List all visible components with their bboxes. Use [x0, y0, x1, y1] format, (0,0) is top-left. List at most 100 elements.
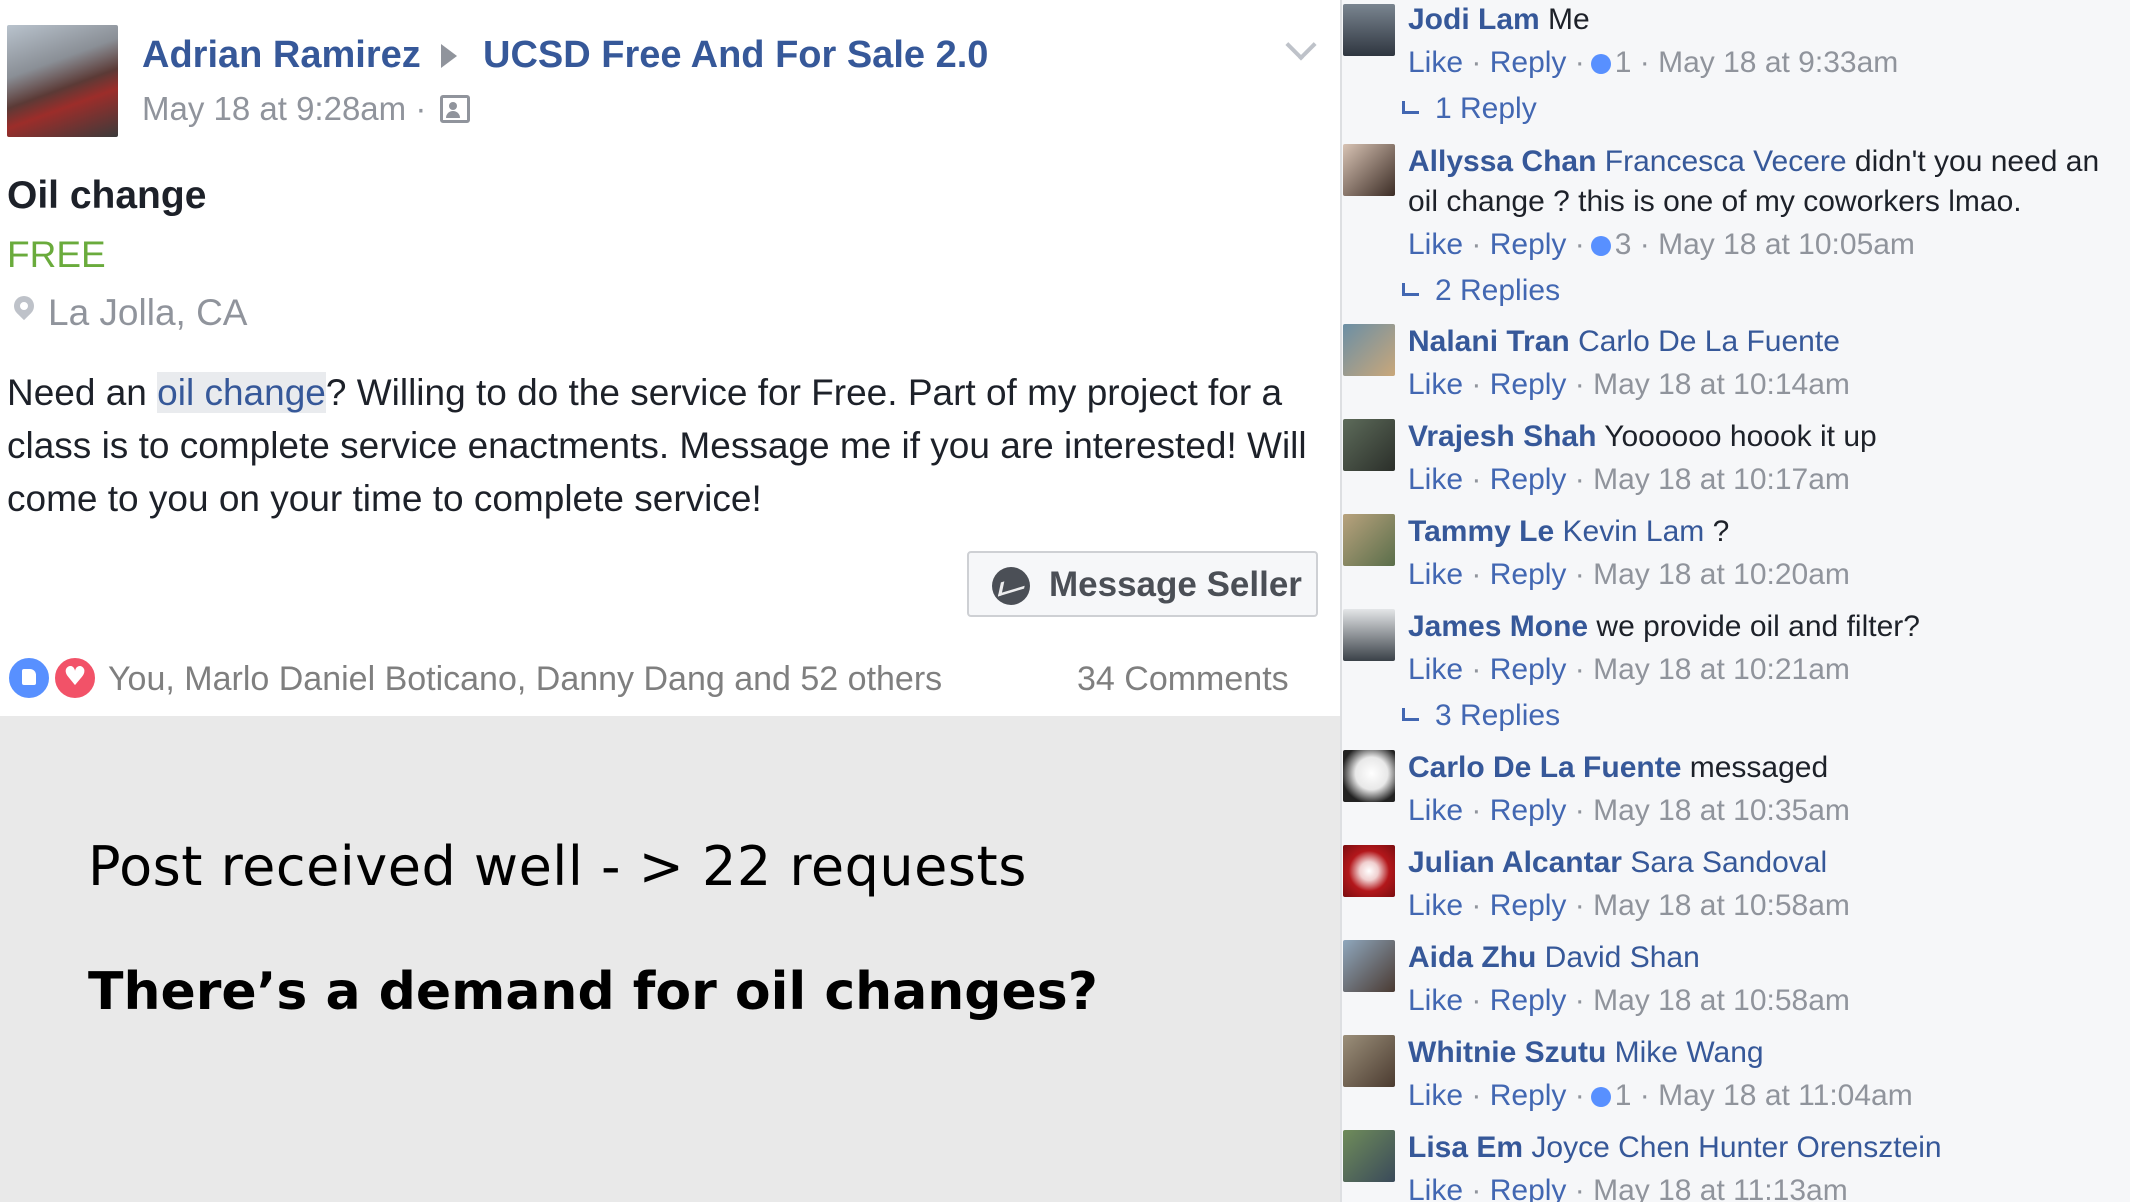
reply-link[interactable]: Reply: [1490, 46, 1567, 79]
comment-timestamp[interactable]: May 18 at 10:58am: [1593, 889, 1850, 922]
commenter-name-link[interactable]: Whitnie Szutu: [1408, 1036, 1606, 1069]
comment-actions: Like · Reply · 1 · May 18 at 11:04am: [1408, 1079, 1913, 1112]
reply-link[interactable]: Reply: [1490, 368, 1567, 401]
comment-line: Whitnie Szutu Mike Wang: [1408, 1036, 1764, 1070]
reaction-count[interactable]: 3: [1615, 228, 1632, 261]
like-link[interactable]: Like: [1408, 228, 1463, 261]
commenter-avatar[interactable]: [1343, 609, 1395, 661]
like-link[interactable]: Like: [1408, 1079, 1463, 1112]
post-author-link[interactable]: Adrian Ramirez: [142, 34, 421, 77]
reactions-summary-link[interactable]: You, Marlo Daniel Boticano, Danny Dang a…: [108, 660, 942, 699]
reply-link[interactable]: Reply: [1490, 463, 1567, 496]
oil-change-hashtag-link[interactable]: oil change: [157, 372, 326, 413]
like-link[interactable]: Like: [1408, 463, 1463, 496]
tagged-friend-link[interactable]: Francesca Vecere: [1605, 145, 1847, 178]
commenter-name-link[interactable]: Nalani Tran: [1408, 325, 1570, 358]
comments-count-link[interactable]: 34 Comments: [1077, 660, 1289, 699]
author-avatar[interactable]: [7, 25, 118, 137]
commenter-name-link[interactable]: Carlo De La Fuente: [1408, 751, 1681, 784]
message-seller-button[interactable]: Message Seller: [967, 551, 1318, 617]
reply-link[interactable]: Reply: [1490, 794, 1567, 827]
commenter-name-link[interactable]: Tammy Le: [1408, 515, 1554, 548]
commenter-avatar[interactable]: [1343, 324, 1395, 376]
commenter-avatar[interactable]: [1343, 940, 1395, 992]
post-group-link[interactable]: UCSD Free And For Sale 2.0: [483, 34, 988, 77]
commenter-name-link[interactable]: Aida Zhu: [1408, 941, 1536, 974]
like-link[interactable]: Like: [1408, 889, 1463, 922]
comment-timestamp[interactable]: May 18 at 10:21am: [1593, 653, 1850, 686]
commenter-avatar[interactable]: [1343, 1035, 1395, 1087]
messenger-icon: [992, 567, 1030, 605]
post-timestamp[interactable]: May 18 at 9:28am ·: [142, 90, 426, 128]
comment-line: James Mone we provide oil and filter?: [1408, 610, 1920, 644]
like-link[interactable]: Like: [1408, 46, 1463, 79]
comment-timestamp[interactable]: May 18 at 10:35am: [1593, 794, 1850, 827]
like-link[interactable]: Like: [1408, 558, 1463, 591]
reaction-count[interactable]: 1: [1615, 1079, 1632, 1112]
tagged-friend-link[interactable]: Carlo De La Fuente: [1578, 325, 1840, 358]
reply-link[interactable]: Reply: [1490, 653, 1567, 686]
comment-timestamp[interactable]: May 18 at 10:05am: [1658, 228, 1915, 261]
commenter-avatar[interactable]: [1343, 750, 1395, 802]
comment-timestamp[interactable]: May 18 at 10:14am: [1593, 368, 1850, 401]
like-link[interactable]: Like: [1408, 653, 1463, 686]
commenter-name-link[interactable]: Allyssa Chan: [1408, 145, 1596, 178]
reply-link[interactable]: Reply: [1490, 558, 1567, 591]
comment-text: messaged: [1681, 751, 1829, 784]
commenter-name-link[interactable]: Julian Alcantar: [1408, 846, 1622, 879]
commenter-avatar[interactable]: [1343, 144, 1395, 196]
comment-timestamp[interactable]: May 18 at 10:17am: [1593, 463, 1850, 496]
view-replies-link[interactable]: 3 Replies: [1402, 699, 1560, 733]
reply-link[interactable]: Reply: [1490, 228, 1567, 261]
reply-link[interactable]: Reply: [1490, 1079, 1567, 1112]
slide-notes-area: [0, 716, 1340, 1202]
commenter-avatar[interactable]: [1343, 419, 1395, 471]
tagged-friend-link[interactable]: David Shan: [1545, 941, 1700, 974]
like-link[interactable]: Like: [1408, 794, 1463, 827]
reply-arrow-icon: [1402, 283, 1419, 296]
comment-actions: Like · Reply · May 18 at 10:14am: [1408, 368, 1850, 401]
view-replies-link[interactable]: 1 Reply: [1402, 92, 1537, 126]
reply-link[interactable]: Reply: [1490, 1174, 1567, 1202]
reply-link[interactable]: Reply: [1490, 984, 1567, 1017]
reply-link[interactable]: Reply: [1490, 889, 1567, 922]
comment-timestamp[interactable]: May 18 at 11:13am: [1593, 1174, 1848, 1202]
comment-timestamp[interactable]: May 18 at 10:20am: [1593, 558, 1850, 591]
commenter-name-link[interactable]: Vrajesh Shah: [1408, 420, 1596, 453]
comment-line: Vrajesh Shah Yoooooo hoook it up: [1408, 420, 1877, 454]
chevron-down-icon[interactable]: [1285, 29, 1317, 61]
listing-description: Need an oil change? Willing to do the se…: [7, 366, 1327, 525]
like-link[interactable]: Like: [1408, 984, 1463, 1017]
replies-count: 3 Replies: [1435, 699, 1561, 732]
comment-line: Nalani Tran Carlo De La Fuente: [1408, 325, 1840, 359]
tagged-friend-link[interactable]: Kevin Lam: [1563, 515, 1705, 548]
commenter-avatar[interactable]: [1343, 845, 1395, 897]
comment-line: Aida Zhu David Shan: [1408, 941, 1700, 975]
tagged-friend-link[interactable]: Joyce Chen Hunter Orensztein: [1531, 1131, 1941, 1164]
commenter-avatar[interactable]: [1343, 4, 1395, 56]
friends-audience-icon[interactable]: [440, 95, 470, 123]
comment-timestamp[interactable]: May 18 at 10:58am: [1593, 984, 1850, 1017]
commenter-avatar[interactable]: [1343, 1130, 1395, 1182]
like-link[interactable]: Like: [1408, 1174, 1463, 1202]
like-link[interactable]: Like: [1408, 368, 1463, 401]
message-seller-label: Message Seller: [1049, 565, 1302, 604]
like-reaction-icon: [1590, 236, 1611, 256]
love-reaction-icon[interactable]: [53, 656, 97, 700]
commenter-name-link[interactable]: Jodi Lam: [1408, 3, 1540, 36]
comment-timestamp[interactable]: May 18 at 9:33am: [1658, 46, 1898, 79]
commenter-name-link[interactable]: Lisa Em: [1408, 1131, 1523, 1164]
tagged-friend-link[interactable]: Mike Wang: [1615, 1036, 1764, 1069]
like-reaction-icon[interactable]: [7, 656, 51, 700]
slide-finding-text: Post received well - > 22 requests: [88, 835, 1027, 898]
comment-actions: Like · Reply · May 18 at 10:58am: [1408, 984, 1850, 1017]
tagged-friend-link[interactable]: Sara Sandoval: [1630, 846, 1827, 879]
commenter-avatar[interactable]: [1343, 514, 1395, 566]
reaction-count[interactable]: 1: [1615, 46, 1632, 79]
comment-timestamp[interactable]: May 18 at 11:04am: [1658, 1079, 1913, 1112]
comment-line: Carlo De La Fuente messaged: [1408, 751, 1828, 785]
commenter-name-link[interactable]: James Mone: [1408, 610, 1588, 643]
comment-actions: Like · Reply · May 18 at 10:21am: [1408, 653, 1850, 686]
description-text-start: Need an: [7, 372, 158, 413]
view-replies-link[interactable]: 2 Replies: [1402, 274, 1560, 308]
